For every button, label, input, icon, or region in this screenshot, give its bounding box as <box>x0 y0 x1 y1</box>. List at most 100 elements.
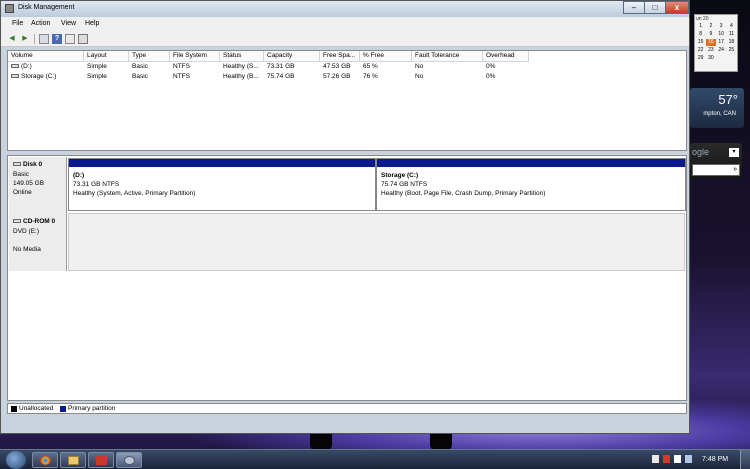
cell-type: Basic <box>132 63 148 70</box>
title-bar[interactable]: Disk Management – □ x <box>1 1 689 17</box>
legend-label-primary: Primary partition <box>68 405 116 412</box>
calendar-day[interactable]: 2 <box>706 23 715 30</box>
cell-file-system: NTFS <box>173 73 190 80</box>
disk-management-window: Disk Management – □ x File Action View H… <box>0 0 690 434</box>
cell-capacity: 75.74 GB <box>267 73 295 80</box>
calendar-day[interactable]: 17 <box>717 39 726 46</box>
partition-d-bar <box>69 159 375 167</box>
cdrom-0-media-area[interactable] <box>68 213 685 271</box>
column-header-volume[interactable]: Volume <box>8 51 84 62</box>
cell-fault-tolerance: No <box>415 63 424 70</box>
cell-volume: (D:) <box>21 63 32 70</box>
menu-bar: File Action View Help <box>1 17 689 31</box>
taskbar-disk-management[interactable] <box>116 452 142 468</box>
cell-overhead: 0% <box>486 73 496 80</box>
calendar-day[interactable]: 11 <box>727 31 736 38</box>
calendar-grid: 1 2 3 4 8 9 10 11 15 16 17 18 22 23 24 25 29 30 <box>696 23 736 62</box>
calendar-day[interactable]: 24 <box>717 47 726 54</box>
column-header-type[interactable]: Type <box>129 51 170 62</box>
calendar-day[interactable]: 8 <box>696 31 705 38</box>
menu-file[interactable]: File <box>12 20 23 27</box>
table-row-c[interactable]: Storage (C:) <box>8 72 84 82</box>
menu-action[interactable]: Action <box>31 20 50 27</box>
cdrom-icon <box>13 219 21 224</box>
column-header-capacity[interactable]: Capacity <box>264 51 320 62</box>
column-header-overhead[interactable]: Overhead <box>483 51 529 62</box>
back-icon[interactable]: ◀ <box>7 34 17 44</box>
disk-view-icon[interactable] <box>78 34 88 44</box>
disk-0-status: Online <box>13 189 32 196</box>
cell-capacity: 73.31 GB <box>267 63 295 70</box>
column-header-layout[interactable]: Layout <box>84 51 129 62</box>
search-input[interactable]: » <box>692 164 740 176</box>
column-header-fault-tolerance[interactable]: Fault Tolerance <box>412 51 483 62</box>
refresh-icon[interactable] <box>65 34 75 44</box>
partition-c-size: 75.74 GB NTFS <box>381 181 428 188</box>
calendar-day[interactable]: 25 <box>727 47 736 54</box>
maximize-button[interactable]: □ <box>644 1 666 14</box>
search-logo: ogle <box>692 147 710 157</box>
taskbar-explorer[interactable] <box>60 452 86 468</box>
disk-0-info[interactable]: Disk 0 Basic 149.05 GB Online <box>9 157 67 213</box>
disk-management-icon <box>5 4 14 13</box>
close-button[interactable]: x <box>665 1 689 14</box>
calendar-day[interactable]: 9 <box>706 31 715 38</box>
calendar-day[interactable]: 1 <box>696 23 705 30</box>
window-title: Disk Management <box>18 4 75 11</box>
partition-c-bar <box>377 159 685 167</box>
show-desktop-button[interactable] <box>740 450 750 469</box>
tray-icon[interactable] <box>663 455 670 463</box>
calendar-day[interactable]: 16 <box>706 39 716 46</box>
partition-d[interactable]: (D:) 73.31 GB NTFS Healthy (System, Acti… <box>68 158 376 211</box>
cell-status: Healthy (S... <box>223 63 259 70</box>
minimize-button[interactable]: – <box>623 1 645 14</box>
partition-c-name: Storage (C:) <box>381 172 419 179</box>
start-button[interactable] <box>6 451 26 469</box>
calendar-day[interactable]: 3 <box>717 23 726 30</box>
tray-icon[interactable] <box>652 455 659 463</box>
forward-icon[interactable]: ▶ <box>20 34 30 44</box>
taskbar-toolbox[interactable] <box>88 452 114 468</box>
disk-0-size: 149.05 GB <box>13 180 45 187</box>
clock[interactable]: 7:48 PM <box>702 456 728 463</box>
calendar-day[interactable]: 15 <box>696 39 705 46</box>
column-header-file-system[interactable]: File System <box>170 51 220 62</box>
help-icon[interactable]: ? <box>52 34 62 44</box>
calendar-day[interactable]: 29 <box>696 55 705 62</box>
network-icon[interactable] <box>685 455 692 463</box>
weather-temperature: 57° <box>718 92 738 107</box>
calendar-day[interactable]: 10 <box>717 31 726 38</box>
menu-view[interactable]: View <box>61 20 76 27</box>
calendar-day[interactable]: 18 <box>727 39 736 46</box>
search-go-icon[interactable]: » <box>733 166 737 173</box>
calendar-day[interactable]: 4 <box>727 23 736 30</box>
disk-0-type: Basic <box>13 171 29 178</box>
calendar-gadget[interactable]: un 20 1 2 3 4 8 9 10 11 15 16 17 18 22 23 24 25 29 30 <box>694 14 738 72</box>
cell-percent-free: 76 % <box>363 73 378 80</box>
cell-fault-tolerance: No <box>415 73 424 80</box>
column-header-free-space[interactable]: Free Spa... <box>320 51 360 62</box>
flag-icon[interactable] <box>674 455 681 463</box>
table-row-d[interactable]: (D:) <box>8 62 84 72</box>
calendar-day[interactable]: 22 <box>696 47 705 54</box>
legend-swatch-primary <box>60 406 66 412</box>
column-header-percent-free[interactable]: % Free <box>360 51 412 62</box>
cdrom-0-info[interactable]: CD-ROM 0 DVD (E:) No Media <box>9 213 67 271</box>
volume-list[interactable]: Volume Layout Type File System Status Ca… <box>7 50 687 151</box>
disk-0-name: Disk 0 <box>13 161 42 168</box>
cdrom-0-type: DVD (E:) <box>13 228 39 235</box>
menu-help[interactable]: Help <box>85 20 99 27</box>
taskbar-chrome[interactable] <box>32 452 58 468</box>
search-dropdown-button[interactable]: ▾ <box>729 148 739 157</box>
toolbox-icon <box>96 456 107 465</box>
partition-d-name: (D:) <box>73 172 85 179</box>
calendar-day[interactable]: 30 <box>706 55 715 62</box>
partition-c[interactable]: Storage (C:) 75.74 GB NTFS Healthy (Boot… <box>376 158 686 211</box>
cell-layout: Simple <box>87 73 107 80</box>
calendar-day[interactable]: 23 <box>706 47 715 54</box>
column-header-status[interactable]: Status <box>220 51 264 62</box>
weather-gadget[interactable]: 57° mpton, CAN <box>690 88 744 128</box>
properties-icon[interactable] <box>39 34 49 44</box>
cdrom-0-status: No Media <box>13 246 41 253</box>
partition-d-size: 73.31 GB NTFS <box>73 181 120 188</box>
